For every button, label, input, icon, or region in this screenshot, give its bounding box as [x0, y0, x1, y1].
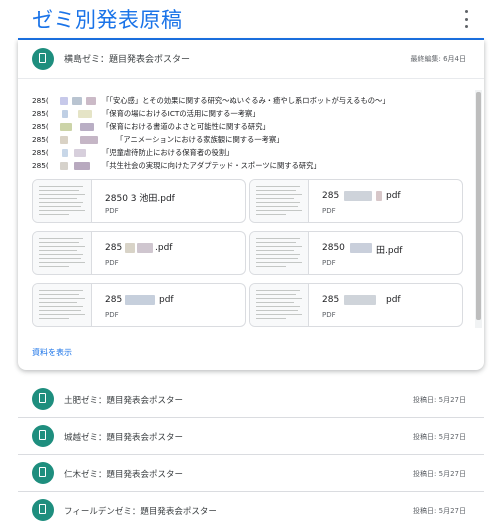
- file-type: PDF: [322, 311, 336, 319]
- description-text: 「保育における書道のよさと可能性に関する研究」: [102, 122, 270, 131]
- post-date: 投稿日: 5月27日: [413, 433, 466, 441]
- file-type: PDF: [105, 207, 119, 215]
- file-name-suffix: 田.pdf: [376, 246, 403, 256]
- post-row[interactable]: 城越ゼミ：題目発表会ポスター 投稿日: 5月27日: [18, 418, 484, 455]
- file-name: 285: [105, 295, 123, 305]
- file-name-suffix: pdf: [386, 191, 401, 201]
- post-title: 仁木ゼミ：題目発表会ポスター: [64, 470, 184, 480]
- post-title: 土肥ゼミ：題目発表会ポスター: [64, 396, 184, 406]
- pdf-thumbnail: [250, 180, 309, 222]
- post-row[interactable]: 土肥ゼミ：題目発表会ポスター 投稿日: 5月27日: [18, 381, 484, 418]
- file-name: 285: [105, 194, 123, 204]
- student-id: 285(: [32, 148, 49, 157]
- assignment-icon: [32, 425, 54, 447]
- file-name: 285: [322, 295, 340, 305]
- student-id: 285(: [32, 161, 49, 170]
- post-date: 投稿日: 5月27日: [413, 470, 466, 478]
- assignment-icon: [32, 388, 54, 410]
- post-body: 285( 「「安心感」とその効果に関する研究～ぬいぐるみ・癒やし系ロボットが与え…: [18, 78, 484, 366]
- attachment-card[interactable]: 285 pdf PDF: [249, 283, 463, 327]
- student-id: 285(: [32, 122, 49, 131]
- pdf-thumbnail: [250, 284, 309, 326]
- pdf-thumbnail: [33, 180, 92, 222]
- file-type: PDF: [105, 259, 119, 267]
- file-name: 285: [322, 191, 340, 201]
- pdf-thumbnail: [250, 232, 309, 274]
- student-id: 285(: [32, 135, 49, 144]
- file-name: 285: [105, 243, 123, 253]
- file-name-suffix: pdf: [159, 295, 174, 305]
- pdf-thumbnail: [33, 284, 92, 326]
- description-line: 285( 「保育の場におけるICTの活用に関する一考察」: [32, 109, 472, 120]
- description-text: 「アニメーションにおける家族観に関する一考察」: [116, 135, 284, 144]
- description-text: 「「安心感」とその効果に関する研究～ぬいぐるみ・癒やし系ロボットが与えるもの～」: [102, 96, 390, 105]
- expanded-post-card: 横島ゼミ：題目発表会ポスター 最終編集: 6月4日 285( 「「安心感」とその…: [18, 40, 484, 370]
- attachment-card[interactable]: 285 pdf PDF: [249, 179, 463, 223]
- page-header: ゼミ別発表原稿: [0, 0, 500, 40]
- description-line: 285( 「共生社会の実現に向けたアダプテッド・スポーツに関する研究」: [32, 161, 472, 172]
- attachment-card[interactable]: 2850 3 池田.pdf PDF: [32, 179, 246, 223]
- file-name: 2850: [322, 243, 345, 253]
- page-title: ゼミ別発表原稿: [32, 8, 183, 32]
- post-date: 最終編集: 6月4日: [410, 55, 467, 63]
- post-title: 横島ゼミ：題目発表会ポスター: [64, 55, 191, 65]
- description-text: 「共生社会の実現に向けたアダプテッド・スポーツに関する研究」: [102, 161, 321, 170]
- post-title: 城越ゼミ：題目発表会ポスター: [64, 433, 184, 443]
- file-name-suffix: pdf: [386, 295, 401, 305]
- show-materials-link[interactable]: 資料を表示: [32, 347, 72, 358]
- assignment-icon: [32, 48, 54, 70]
- assignment-icon: [32, 499, 54, 521]
- description-line: 285( 「「安心感」とその効果に関する研究～ぬいぐるみ・癒やし系ロボットが与え…: [32, 96, 472, 107]
- description-line: 285( 「児童虐待防止における保育者の役割」: [32, 148, 472, 159]
- post-date: 投稿日: 5月27日: [413, 507, 466, 515]
- file-type: PDF: [322, 259, 336, 267]
- post-header[interactable]: 横島ゼミ：題目発表会ポスター 最終編集: 6月4日: [18, 40, 484, 79]
- description-text: 「児童虐待防止における保育者の役割」: [102, 148, 234, 157]
- file-type: PDF: [322, 207, 336, 215]
- student-id: 285(: [32, 109, 49, 118]
- description-line: 285( 「保育における書道のよさと可能性に関する研究」: [32, 122, 472, 133]
- assignment-icon: [32, 462, 54, 484]
- post-row[interactable]: 仁木ゼミ：題目発表会ポスター 投稿日: 5月27日: [18, 455, 484, 492]
- pdf-thumbnail: [33, 232, 92, 274]
- description-text: 「保育の場におけるICTの活用に関する一考察」: [102, 109, 260, 118]
- file-type: PDF: [105, 311, 119, 319]
- post-date: 投稿日: 5月27日: [413, 396, 466, 404]
- file-name-suffix: .pdf: [155, 243, 173, 253]
- post-row[interactable]: フィールデンゼミ：題目発表会ポスター 投稿日: 5月27日: [18, 492, 484, 521]
- attachment-card[interactable]: 285 .pdf PDF: [32, 231, 246, 275]
- post-title: フィールデンゼミ：題目発表会ポスター: [64, 507, 217, 517]
- attachment-card[interactable]: 2850 田.pdf PDF: [249, 231, 463, 275]
- student-id: 285(: [32, 96, 49, 105]
- scrollbar-thumb[interactable]: [476, 92, 481, 320]
- description-line: 285( 「アニメーションにおける家族観に関する一考察」: [32, 135, 472, 146]
- attachment-card[interactable]: 285 pdf PDF: [32, 283, 246, 327]
- more-vert-icon[interactable]: [459, 10, 473, 28]
